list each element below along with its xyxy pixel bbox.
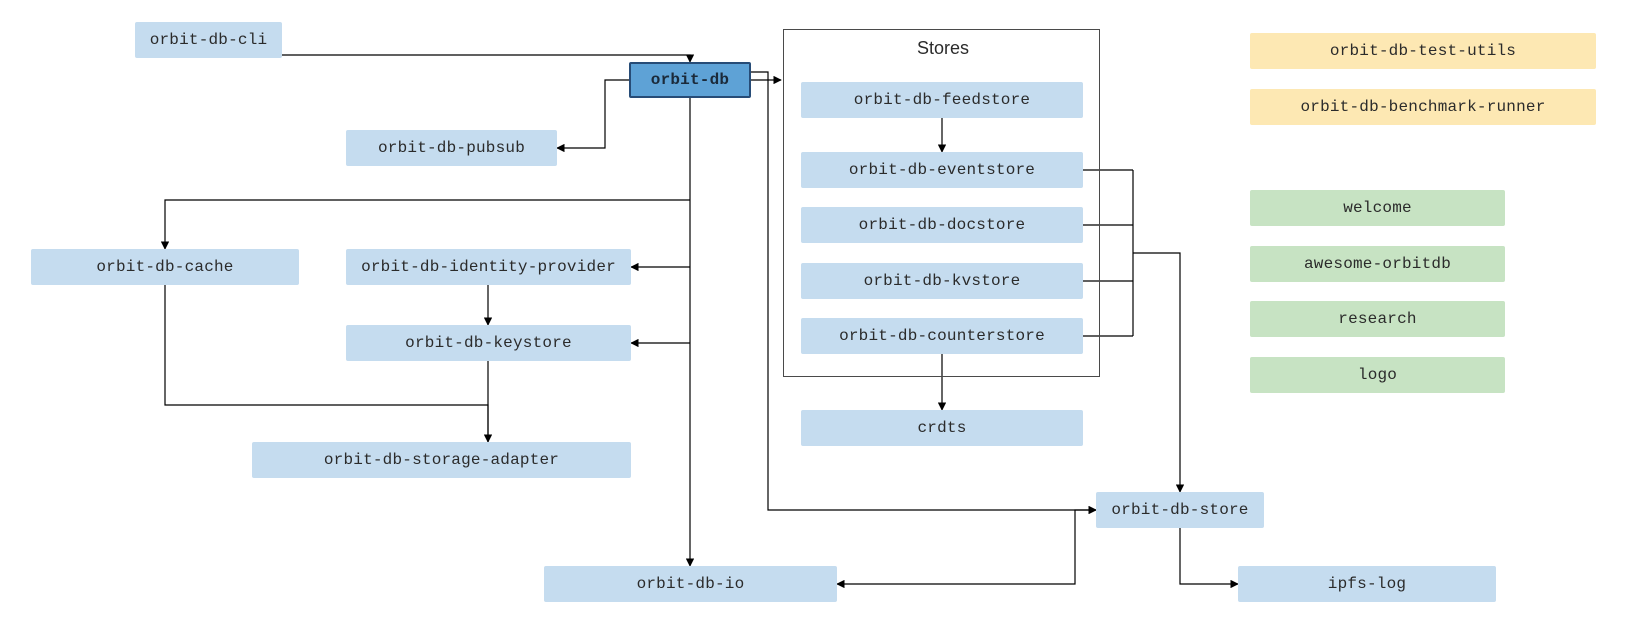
node-identity: orbit-db-identity-provider [346, 249, 631, 285]
node-pubsub: orbit-db-pubsub [346, 130, 557, 166]
node-cache: orbit-db-cache [31, 249, 299, 285]
node-feed: orbit-db-feedstore [801, 82, 1083, 118]
node-counter: orbit-db-counterstore [801, 318, 1083, 354]
node-crdts: crdts [801, 410, 1083, 446]
node-research: research [1250, 301, 1505, 337]
node-awesome: awesome-orbitdb [1250, 246, 1505, 282]
node-logo: logo [1250, 357, 1505, 393]
node-keystore: orbit-db-keystore [346, 325, 631, 361]
node-cli: orbit-db-cli [135, 22, 282, 58]
node-doc: orbit-db-docstore [801, 207, 1083, 243]
node-welcome: welcome [1250, 190, 1505, 226]
node-ipfslog: ipfs-log [1238, 566, 1496, 602]
node-storage: orbit-db-storage-adapter [252, 442, 631, 478]
node-benchmark: orbit-db-benchmark-runner [1250, 89, 1596, 125]
node-event: orbit-db-eventstore [801, 152, 1083, 188]
node-test-utils: orbit-db-test-utils [1250, 33, 1596, 69]
node-kv: orbit-db-kvstore [801, 263, 1083, 299]
stores-group-title: Stores [917, 38, 969, 59]
node-store: orbit-db-store [1096, 492, 1264, 528]
node-io: orbit-db-io [544, 566, 837, 602]
node-core: orbit-db [629, 62, 751, 98]
diagram-canvas: Stores orbit-db-cli orbit-db orbit-db-pu… [0, 0, 1630, 643]
